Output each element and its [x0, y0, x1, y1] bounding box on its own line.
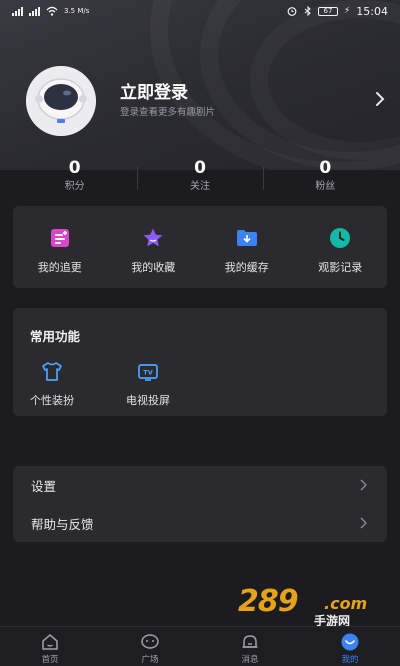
function-tv-cast[interactable]: TV 电视投屏 [126, 360, 170, 408]
help-feedback-label: 帮助与反馈 [31, 516, 94, 532]
tab-square[interactable]: 广场 [100, 627, 200, 666]
watermark-logo: 289 .com 手游网 [238, 584, 388, 630]
tab-home[interactable]: 首页 [0, 627, 100, 666]
tab-messages[interactable]: 消息 [200, 627, 300, 666]
alarm-icon [287, 7, 297, 16]
stat-value: 0 [319, 158, 332, 178]
stat-value: 0 [194, 158, 206, 178]
help-feedback-row[interactable]: 帮助与反馈 [13, 504, 387, 542]
battery-icon: 67 [317, 6, 338, 16]
settings-card: 设置 帮助与反馈 [13, 466, 387, 542]
tv-icon-glyph: TV [143, 369, 152, 377]
quick-action-label: 我的收藏 [131, 261, 176, 274]
chat-bubble-icon [141, 634, 159, 649]
stat-label: 粉丝 [315, 181, 336, 192]
quick-action-label: 我的追更 [37, 261, 82, 274]
tv-icon: TV [138, 364, 158, 381]
signal-icon [12, 6, 23, 16]
quick-action-downloads[interactable]: 我的缓存 [200, 206, 294, 288]
bluetooth-icon [304, 6, 311, 16]
stat-following[interactable]: 0 关注 [137, 156, 262, 200]
stat-fans[interactable]: 0 粉丝 [262, 156, 388, 200]
stats-row: 0 积分 0 关注 0 粉丝 [12, 156, 388, 200]
star-icon [143, 228, 163, 247]
bottom-tab-bar: 首页 广场 消息 我的 [0, 626, 400, 666]
login-subtitle: 登录查看更多有趣剧片 [120, 107, 216, 118]
astronaut-icon [26, 66, 96, 136]
watermark-domain: .com [324, 594, 368, 613]
signal-icon [29, 6, 40, 16]
tab-label: 首页 [41, 655, 59, 665]
shirt-icon [42, 362, 62, 381]
quick-action-history[interactable]: 观影记录 [294, 206, 388, 288]
chevron-right-icon[interactable] [372, 90, 388, 108]
tab-label: 消息 [241, 655, 259, 665]
wifi-icon [46, 6, 58, 16]
quick-action-follow-updates[interactable]: 我的追更 [13, 206, 107, 288]
quick-actions-card: 我的追更 我的收藏 我的缓存 观影记录 [13, 206, 387, 288]
function-theme[interactable]: 个性装扮 [30, 360, 74, 408]
settings-row[interactable]: 设置 [13, 466, 387, 504]
settings-label: 设置 [31, 478, 57, 494]
common-functions-card: 常用功能 个性装扮 TV 电视投屏 [13, 308, 387, 416]
function-label: 电视投屏 [126, 394, 170, 407]
stat-value: 0 [68, 158, 81, 178]
tab-label: 广场 [141, 655, 159, 665]
stat-points[interactable]: 0 积分 [12, 156, 137, 200]
quick-action-label: 我的缓存 [224, 261, 269, 274]
stat-label: 积分 [64, 181, 85, 192]
status-bar: 3.5 M/s 67 ⚡ 15:04 [0, 0, 400, 22]
bell-icon [242, 635, 258, 648]
network-speed: 3.5 M/s [64, 6, 90, 15]
profile-icon [341, 633, 359, 651]
tab-mine[interactable]: 我的 [300, 627, 400, 666]
list-icon [50, 229, 69, 247]
avatar[interactable] [26, 66, 96, 136]
charging-icon: ⚡ [343, 6, 351, 16]
status-time: 15:04 [356, 4, 388, 18]
chevron-right-icon [360, 479, 367, 491]
watermark-number: 289 [238, 584, 299, 619]
login-title[interactable]: 立即登录 [120, 78, 188, 103]
quick-action-label: 观影记录 [318, 261, 363, 274]
stat-label: 关注 [189, 181, 210, 192]
tab-label: 我的 [341, 655, 359, 665]
function-label: 个性装扮 [30, 394, 74, 407]
quick-action-favorites[interactable]: 我的收藏 [107, 206, 201, 288]
clock-icon [330, 228, 351, 248]
home-icon [42, 634, 58, 650]
section-title: 常用功能 [30, 329, 81, 344]
download-folder-icon [236, 230, 257, 246]
chevron-right-icon [360, 517, 367, 529]
